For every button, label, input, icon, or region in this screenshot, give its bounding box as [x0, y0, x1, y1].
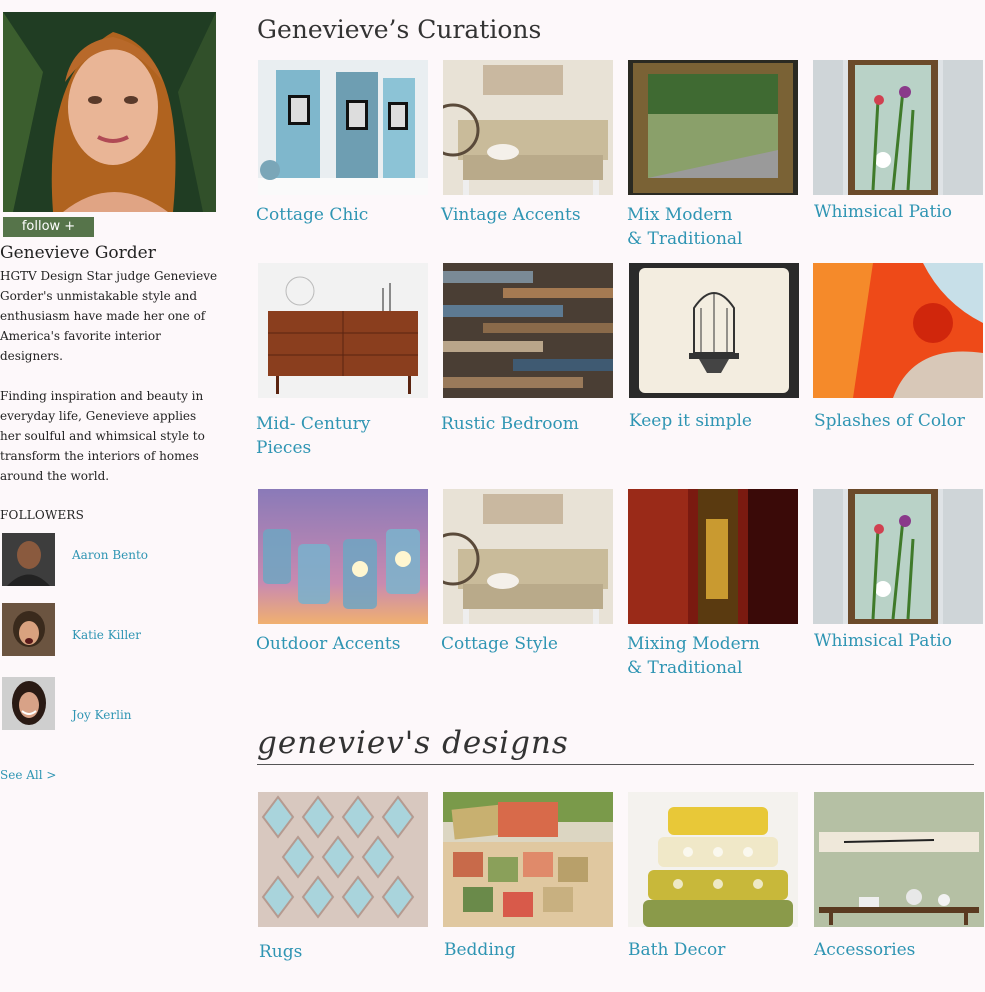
curation-caption[interactable]: Splashes of Color — [814, 409, 985, 433]
design-thumb-accessories[interactable] — [814, 792, 984, 927]
curation-thumb-mixing-modern[interactable] — [628, 489, 798, 624]
curation-thumb-keep-it-simple[interactable] — [629, 263, 799, 398]
bio-paragraph: HGTV Design Star judge Genevieve Gorder'… — [0, 269, 218, 363]
curation-caption[interactable]: Outdoor Accents — [256, 632, 431, 656]
curation-caption[interactable]: Cottage Chic — [256, 203, 431, 227]
curation-caption[interactable]: Whimsical Patio — [814, 629, 985, 653]
curation-thumb-whimsical-patio[interactable] — [813, 60, 983, 195]
curation-thumb-vintage-accents[interactable] — [443, 60, 613, 195]
curations-title: Genevieve’s Curations — [257, 15, 542, 44]
design-caption[interactable]: Accessories — [814, 938, 985, 962]
follower-avatar[interactable] — [2, 677, 55, 730]
curation-thumb-outdoor-accents[interactable] — [258, 489, 428, 624]
curation-caption[interactable]: Cottage Style — [441, 632, 616, 656]
design-thumb-bath-decor[interactable] — [628, 792, 798, 927]
curation-caption[interactable]: Mix Modern & Traditional — [627, 203, 802, 251]
curation-caption[interactable]: Rustic Bedroom — [441, 412, 616, 436]
curation-caption[interactable]: Vintage Accents — [441, 203, 616, 227]
curation-thumb-rustic-bedroom[interactable] — [443, 263, 613, 398]
curation-thumb-mix-modern[interactable] — [628, 60, 798, 195]
curation-caption[interactable]: Keep it simple — [629, 409, 804, 433]
follower-name[interactable]: Aaron Bento — [72, 548, 148, 562]
design-caption[interactable]: Rugs — [259, 940, 434, 964]
design-thumb-bedding[interactable] — [443, 792, 613, 927]
curation-thumb-whimsical-patio-2[interactable] — [813, 489, 983, 624]
follow-button[interactable]: follow + — [3, 217, 94, 237]
curation-thumb-cottage-chic[interactable] — [258, 60, 428, 195]
profile-photo — [3, 12, 216, 212]
followers-heading: FOLLOWERS — [0, 508, 85, 522]
profile-bio: HGTV Design Star judge Genevieve Gorder'… — [0, 266, 220, 506]
design-caption[interactable]: Bedding — [444, 938, 619, 962]
curation-caption[interactable]: Whimsical Patio — [814, 200, 985, 224]
follower-avatar[interactable] — [2, 533, 55, 586]
design-caption[interactable]: Bath Decor — [628, 938, 803, 962]
follower-name[interactable]: Katie Killer — [72, 628, 141, 642]
curation-thumb-mid-century[interactable] — [258, 263, 428, 398]
designs-divider — [257, 764, 974, 765]
profile-name: Genevieve Gorder — [0, 243, 156, 263]
see-all-followers-link[interactable]: See All > — [0, 768, 56, 782]
design-thumb-rugs[interactable] — [258, 792, 428, 927]
follower-name[interactable]: Joy Kerlin — [72, 708, 132, 722]
curation-thumb-splashes-of-color[interactable] — [813, 263, 983, 398]
designs-title: geneviev's designs — [257, 725, 569, 761]
bio-paragraph: Finding inspiration and beauty in everyd… — [0, 389, 205, 483]
curation-caption[interactable]: Mid- Century Pieces — [256, 412, 431, 460]
follower-avatar[interactable] — [2, 603, 55, 656]
curation-caption[interactable]: Mixing Modern & Traditional — [627, 632, 802, 680]
curation-thumb-cottage-style[interactable] — [443, 489, 613, 624]
